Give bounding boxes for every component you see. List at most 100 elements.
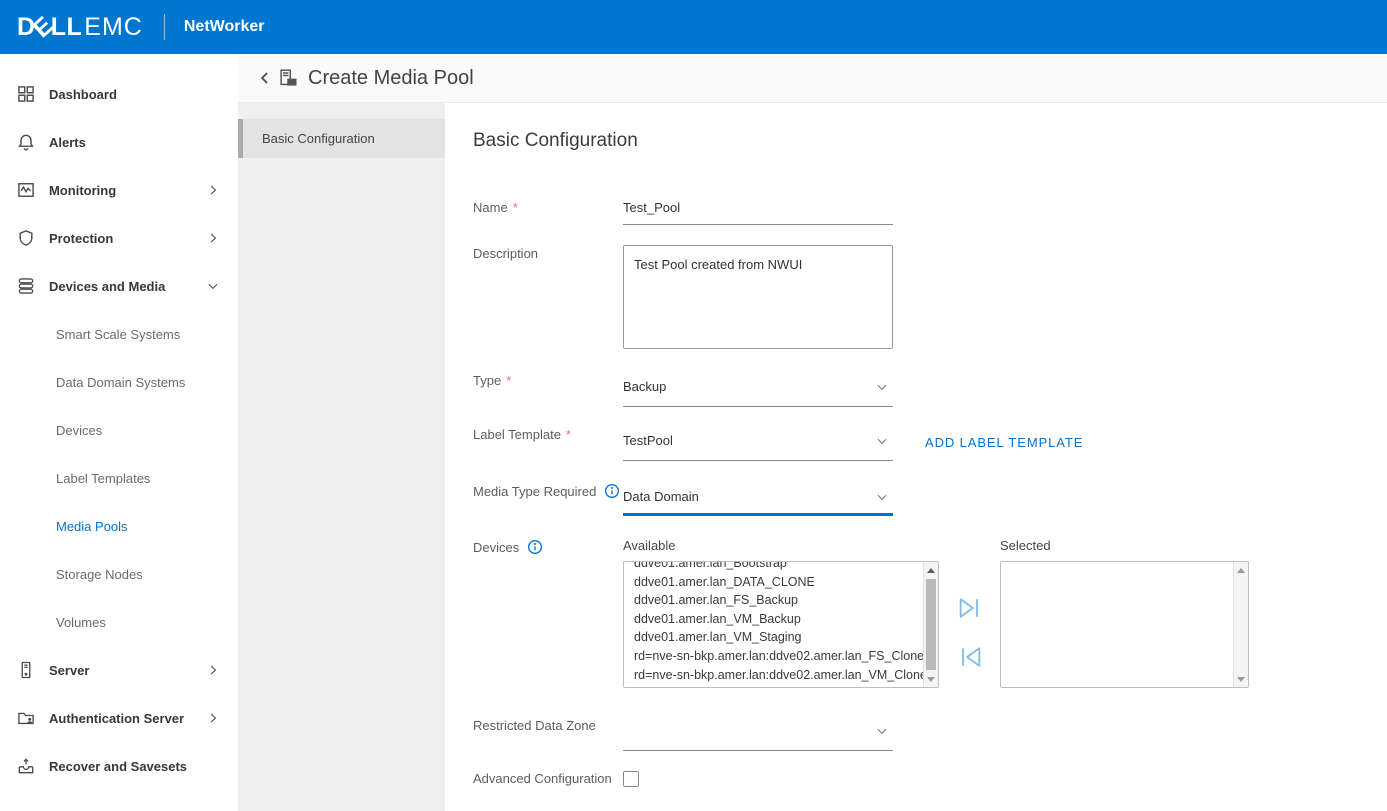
logo-dell-text: DELL: [17, 13, 82, 42]
chevron-down-icon: [206, 279, 220, 293]
devices-label: Devices: [473, 538, 623, 555]
sidebar-item-volumes[interactable]: Volumes: [0, 598, 238, 646]
chevron-down-icon: [875, 724, 889, 738]
sidebar-item-label: Protection: [49, 231, 206, 246]
available-device-item[interactable]: ddve01.amer.lan_Bootstrap: [634, 561, 920, 573]
label-template-select[interactable]: TestPool: [623, 426, 893, 461]
media-type-required-select[interactable]: Data Domain: [623, 482, 893, 516]
label-template-label: Label Template*: [473, 426, 623, 442]
sidebar-subitem-label: Devices: [56, 423, 102, 438]
top-bar: DELL EMC NetWorker: [0, 0, 1387, 54]
section-title: Basic Configuration: [473, 130, 1387, 152]
scroll-up-icon[interactable]: [924, 563, 938, 577]
sidebar-item-smart-scale-systems[interactable]: Smart Scale Systems: [0, 310, 238, 358]
description-textarea[interactable]: Test Pool created from NWUI: [623, 245, 893, 349]
sidebar-item-server[interactable]: Server: [0, 646, 238, 694]
chevron-down-icon: [875, 434, 889, 448]
chevron-down-icon: [875, 380, 889, 394]
back-button[interactable]: [255, 68, 275, 88]
move-all-right-button[interactable]: [956, 594, 984, 622]
move-all-left-button[interactable]: [956, 643, 984, 671]
page-header: Create Media Pool: [238, 54, 1387, 103]
sidebar-item-devices[interactable]: Devices: [0, 406, 238, 454]
logo-divider: [164, 14, 165, 40]
available-list-header: Available: [623, 538, 939, 553]
advanced-configuration-row: Advanced Configuration: [473, 770, 1387, 787]
info-icon[interactable]: [604, 483, 620, 499]
available-list-scrollbar[interactable]: [923, 562, 938, 687]
available-device-item[interactable]: ddve01.amer.lan_FS_Backup: [634, 591, 920, 610]
storage-stack-icon: [16, 276, 36, 296]
required-marker: *: [506, 373, 511, 388]
selected-devices-list[interactable]: [1000, 561, 1249, 688]
available-device-item[interactable]: ddve01.amer.lan_VM_Staging: [634, 628, 920, 647]
description-label: Description: [473, 245, 623, 261]
devices-row: Devices Available ddve01.amer.lan_Bootst…: [473, 538, 1387, 688]
scroll-up-icon[interactable]: [1234, 563, 1248, 577]
available-device-item[interactable]: ddve01.amer.lan_VM_Backup: [634, 610, 920, 629]
sidebar-item-label: Monitoring: [49, 183, 206, 198]
sidebar-item-data-domain-systems[interactable]: Data Domain Systems: [0, 358, 238, 406]
chevron-right-icon: [206, 183, 220, 197]
sidebar-item-devices-and-media[interactable]: Devices and Media: [0, 262, 238, 310]
sidebar-subitem-label: Storage Nodes: [56, 567, 143, 582]
scroll-down-icon[interactable]: [1234, 672, 1248, 686]
sidebar-item-label: Recover and Savesets: [49, 759, 220, 774]
authentication-server-icon: [16, 708, 36, 728]
type-select[interactable]: Backup: [623, 372, 893, 407]
restricted-data-zone-select[interactable]: [623, 717, 893, 751]
sidebar-item-dashboard[interactable]: Dashboard: [0, 70, 238, 118]
recover-upload-icon: [16, 756, 36, 776]
media-type-required-select-value: Data Domain: [623, 489, 699, 504]
type-row: Type* Backup: [473, 372, 1387, 407]
name-input[interactable]: [623, 200, 893, 225]
sidebar-subitem-label: Data Domain Systems: [56, 375, 185, 390]
advanced-configuration-label: Advanced Configuration: [473, 770, 623, 786]
restricted-data-zone-row: Restricted Data Zone: [473, 717, 1387, 751]
sidebar-item-label: Devices and Media: [49, 279, 206, 294]
sidebar-item-media-pools[interactable]: Media Pools: [0, 502, 238, 550]
type-select-value: Backup: [623, 379, 666, 394]
media-type-required-row: Media Type Required Data Domain: [473, 482, 1387, 516]
product-name: NetWorker: [184, 18, 265, 36]
sidebar-item-authentication-server[interactable]: Authentication Server: [0, 694, 238, 742]
media-type-required-label: Media Type Required: [473, 482, 623, 499]
monitoring-chart-icon: [16, 180, 36, 200]
sidebar-item-label-templates[interactable]: Label Templates: [0, 454, 238, 502]
available-device-item[interactable]: ddve01.amer.lan_DATA_CLONE: [634, 573, 920, 592]
selected-list-scrollbar[interactable]: [1233, 562, 1248, 687]
sidebar-item-label: Server: [49, 663, 206, 678]
sidebar-subitem-label: Media Pools: [56, 519, 128, 534]
available-device-item[interactable]: rd=nve-sn-bkp.amer.lan:ddve02.amer.lan_F…: [634, 647, 920, 666]
label-template-row: Label Template* TestPool ADD LABEL TEMPL…: [473, 426, 1387, 461]
available-device-item[interactable]: rd=nve-sn-bkp.amer.lan:ddve02.amer.lan_V…: [634, 666, 920, 685]
scroll-down-icon[interactable]: [924, 672, 938, 686]
page-container: Create Media Pool Basic Configuration Ba…: [238, 54, 1387, 811]
logo-emc-text: EMC: [84, 13, 143, 42]
label-template-select-value: TestPool: [623, 433, 673, 448]
sidebar-item-alerts[interactable]: Alerts: [0, 118, 238, 166]
restricted-data-zone-label: Restricted Data Zone: [473, 717, 623, 733]
sidebar-item-label: Authentication Server: [49, 711, 206, 726]
wizard-step-panel: Basic Configuration: [238, 103, 445, 811]
add-label-template-link[interactable]: ADD LABEL TEMPLATE: [925, 426, 1083, 450]
sidebar-subitem-label: Label Templates: [56, 471, 150, 486]
chevron-right-icon: [206, 231, 220, 245]
shield-icon: [16, 228, 36, 248]
dashboard-grid-icon: [16, 84, 36, 104]
sidebar-item-monitoring[interactable]: Monitoring: [0, 166, 238, 214]
info-icon[interactable]: [527, 539, 543, 555]
chevron-right-icon: [206, 711, 220, 725]
sidebar-item-storage-nodes[interactable]: Storage Nodes: [0, 550, 238, 598]
sidebar-item-recover-and-savesets[interactable]: Recover and Savesets: [0, 742, 238, 790]
description-row: Description Test Pool created from NWUI: [473, 245, 1387, 354]
required-marker: *: [513, 200, 518, 215]
sidebar-item-protection[interactable]: Protection: [0, 214, 238, 262]
available-devices-list[interactable]: ddve01.amer.lan_Bootstrap ddve01.amer.la…: [623, 561, 939, 688]
chevron-right-icon: [206, 663, 220, 677]
advanced-configuration-checkbox[interactable]: [623, 771, 639, 787]
server-icon: [16, 660, 36, 680]
wizard-step-basic-configuration[interactable]: Basic Configuration: [238, 119, 445, 158]
scrollbar-thumb[interactable]: [926, 579, 936, 670]
main-sidebar: Dashboard Alerts Monitoring Protection D…: [0, 54, 238, 811]
